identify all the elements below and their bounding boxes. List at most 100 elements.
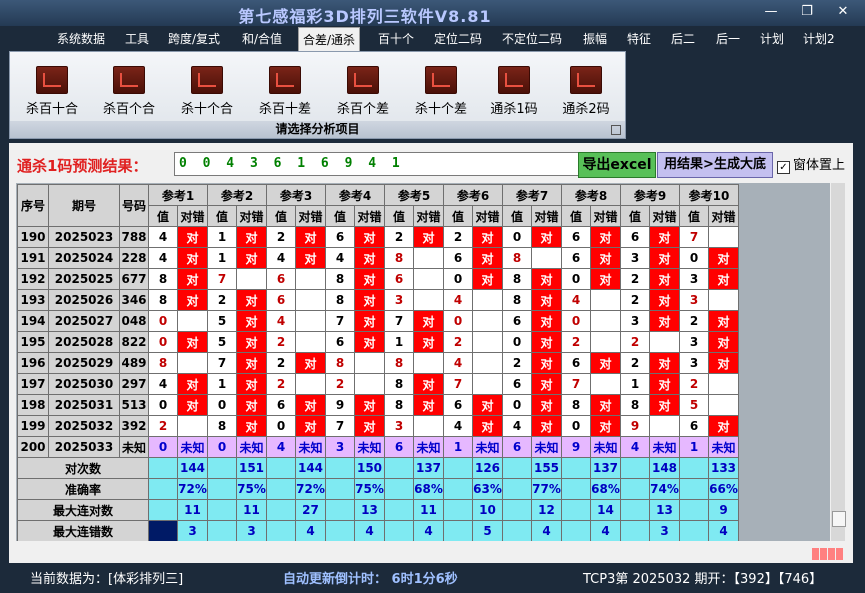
hit-cell: 对 [531,226,562,248]
stat-value: 72% [177,478,208,500]
stat-spacer [620,478,650,500]
value-cell: 7 [207,268,237,290]
dialog-launcher-icon[interactable] [611,125,621,135]
button-label: 杀十个差 [414,102,467,117]
menu-position-two[interactable]: 定位二码 [434,30,482,47]
menu-last-two[interactable]: 后二 [671,30,695,47]
menu-plan[interactable]: 计划 [760,30,784,47]
vertical-scrollbar[interactable] [831,183,846,541]
menu-amplitude[interactable]: 振幅 [583,30,607,47]
kill-shi-ge-he-button[interactable]: 杀十个合 [169,66,245,117]
button-label: 杀百个差 [336,102,389,117]
row-code: 788 [119,226,149,248]
ribbon-caption-text: 请选择分析项目 [275,122,360,136]
stat-value: 144 [177,457,208,479]
close-icon[interactable]: ✕ [832,4,854,19]
table-row[interactable]: 191 2025024 228 4 对 1 对 4 对 4 对 8 6 对 8 6 对 3 对 0 对 [17,247,739,269]
table-row[interactable]: 190 2025023 788 4 对 1 对 2 对 6 对 2 对 2 对 0 对 6 对 6 对 7 [17,226,739,248]
row-issue: 2025026 [48,289,120,311]
table-row[interactable]: 195 2025028 822 0 对 5 对 2 6 对 1 对 2 0 对 2 2 3 对 [17,331,739,353]
topmost-checkbox[interactable]: ✓ 窗体置上 [777,154,845,174]
menu-digits[interactable]: 百十个 [378,30,414,47]
menu-system-data[interactable]: 系统数据 [57,30,105,47]
scrollbar-thumb[interactable] [832,511,846,527]
menu-features[interactable]: 特征 [627,30,651,47]
chart-icon [191,66,223,94]
stat-spacer [207,499,237,521]
stat-value: 4 [413,520,444,541]
value-cell: 3 [679,268,709,290]
row-seq: 199 [17,415,49,437]
stat-row: 最大连对数 11 11 27 13 11 10 12 14 13 9 [17,499,739,521]
checkbox-icon[interactable]: ✓ [777,161,790,174]
row-code: 346 [119,289,149,311]
stat-spacer [384,457,414,479]
table-row[interactable]: 198 2025031 513 0 对 0 对 6 对 9 对 8 对 6 对 0 对 8 对 8 对 5 [17,394,739,416]
stat-value: 148 [649,457,680,479]
miss-cell [590,373,621,395]
hit-cell: 对 [354,289,385,311]
export-excel-button[interactable]: 导出excel [578,152,656,178]
pending-row[interactable]: 200 2025033 未知 0 未知 0 未知 4 未知 3 未知 6 未知 1 未知 6 未知 9 未知 4 未知 1… [17,436,739,458]
hit-cell: 对 [590,268,621,290]
pending-unknown: 未知 [708,436,739,458]
hit-cell: 对 [236,373,267,395]
value-cell: 6 [325,226,355,248]
minimize-icon[interactable]: — [760,4,782,19]
stat-spacer [443,457,473,479]
table-row[interactable]: 193 2025026 346 8 对 2 对 6 8 对 3 4 8 对 4 2 对 3 [17,289,739,311]
hit-cell: 对 [708,310,739,332]
menu-span[interactable]: 跨度/复式 [168,30,220,47]
menu-plan2[interactable]: 计划2 [803,30,835,47]
menu-last-one[interactable]: 后一 [716,30,740,47]
kill-bai-shi-cha-button[interactable]: 杀百十差 [247,66,323,117]
hit-cell: 对 [295,226,326,248]
kill-bai-ge-cha-button[interactable]: 杀百个差 [325,66,401,117]
hit-cell: 对 [531,352,562,374]
row-seq: 190 [17,226,49,248]
table-row[interactable]: 199 2025032 392 2 8 对 0 对 7 对 3 4 对 4 对 0 对 9 6 对 [17,415,739,437]
value-cell: 5 [207,331,237,353]
stat-spacer [266,478,296,500]
table-row[interactable]: 192 2025025 677 8 对 7 6 8 对 6 0 对 8 对 0 对 2 对 3 对 [17,268,739,290]
value-cell: 8 [502,247,532,269]
row-issue: 2025033 [48,436,120,458]
value-cell: 0 [207,394,237,416]
pending-value: 3 [325,436,355,458]
kill-shi-ge-cha-button[interactable]: 杀十个差 [403,66,479,117]
prediction-result-field[interactable]: 0 0 4 3 6 1 6 9 4 1 [174,152,580,176]
hit-cell: 对 [413,331,444,353]
stat-row: 准确率 72% 75% 72% 75% 68% 63% 77% 68% 74% 66% [17,478,739,500]
restore-icon[interactable]: ❐ [796,4,818,19]
table-row[interactable]: 194 2025027 048 0 5 对 4 7 对 7 对 0 6 对 0 3 对 2 对 [17,310,739,332]
table-row[interactable]: 196 2025029 489 8 7 对 2 对 8 8 4 2 对 6 对 2 对 3 对 [17,352,739,374]
header-value: 值 [620,205,650,227]
stat-value: 63% [472,478,503,500]
kill-two-code-button[interactable]: 通杀2码 [548,66,624,117]
table-row[interactable]: 197 2025030 297 4 对 1 对 2 2 8 对 7 6 对 7 1 对 2 [17,373,739,395]
menu-kill[interactable]: 合差/通杀 [298,27,361,51]
kill-bai-ge-he-button[interactable]: 杀百个合 [91,66,167,117]
stat-value: 4 [708,520,739,541]
pending-unknown: 未知 [177,436,208,458]
row-issue: 2025025 [48,268,120,290]
miss-cell [649,331,680,353]
value-cell: 2 [502,352,532,374]
kill-one-code-button[interactable]: 通杀1码 [476,66,552,117]
header-ref: 参考10 [679,184,739,206]
result-grid[interactable]: 序号 期号 号码 参考1 参考2 参考3 参考4 参考5 参考6 参考7 参考8 参考9 参考10 值对错… [16,183,830,541]
kill-bai-shi-he-button[interactable]: 杀百十合 [14,66,90,117]
value-cell: 1 [207,226,237,248]
value-cell: 8 [148,268,178,290]
generate-base-button[interactable]: 用结果>生成大底 [657,152,773,178]
header-value: 值 [502,205,532,227]
menu-sum[interactable]: 和/合值 [242,30,282,47]
value-cell: 6 [266,289,296,311]
value-cell: 6 [502,373,532,395]
stat-spacer [148,457,178,479]
stat-spacer [620,499,650,521]
menu-nonposition-two[interactable]: 不定位二码 [502,30,562,47]
stat-value: 74% [649,478,680,500]
menu-tools[interactable]: 工具 [125,30,149,47]
stat-spacer [620,520,650,541]
